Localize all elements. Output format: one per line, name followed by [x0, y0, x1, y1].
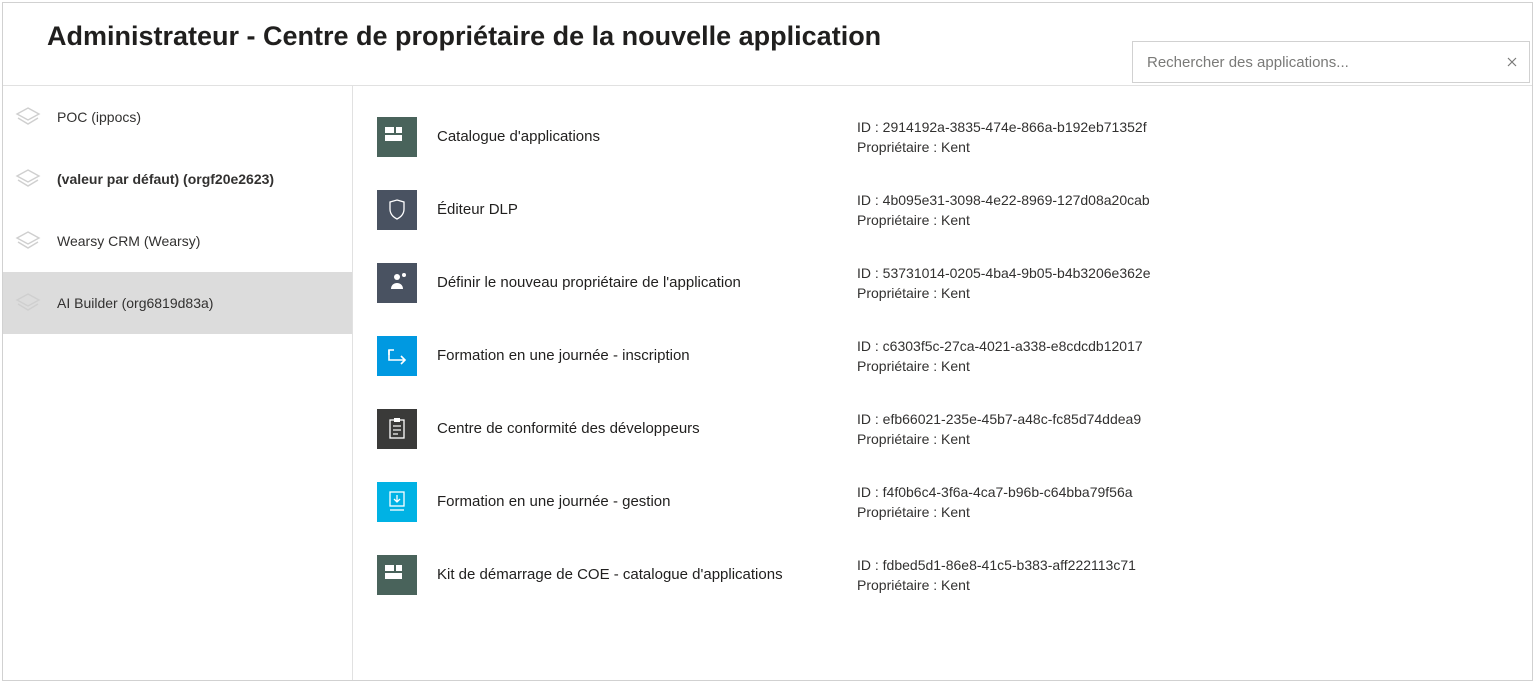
- app-id: ID : fdbed5d1-86e8-41c5-b383-aff222113c7…: [857, 557, 1512, 573]
- sidebar-item[interactable]: POC (ippocs): [3, 86, 352, 148]
- sidebar-item-label: POC (ippocs): [57, 109, 141, 125]
- sidebar-item-label: AI Builder (org6819d83a): [57, 295, 213, 311]
- sidebar-item-label: (valeur par défaut) (orgf20e2623): [57, 171, 274, 187]
- app-owner: Propriétaire : Kent: [857, 431, 1512, 447]
- layers-icon: [13, 102, 43, 132]
- app-tile-icon: [377, 336, 417, 376]
- layers-icon: [13, 226, 43, 256]
- app-meta: ID : c6303f5c-27ca-4021-a338-e8cdcdb1201…: [857, 338, 1512, 374]
- app-name: Éditeur DLP: [417, 201, 857, 218]
- app-row[interactable]: Formation en une journée - gestionID : f…: [377, 465, 1512, 538]
- app-owner: Propriétaire : Kent: [857, 504, 1512, 520]
- clear-search-button[interactable]: [1495, 42, 1529, 82]
- app-owner: Propriétaire : Kent: [857, 358, 1512, 374]
- app-meta: ID : 53731014-0205-4ba4-9b05-b4b3206e362…: [857, 265, 1512, 301]
- app-tile-icon: [377, 482, 417, 522]
- app-row[interactable]: Kit de démarrage de COE - catalogue d'ap…: [377, 538, 1512, 611]
- app-row[interactable]: Formation en une journée - inscriptionID…: [377, 319, 1512, 392]
- layers-icon: [13, 288, 43, 318]
- sidebar: POC (ippocs) (valeur par défaut) (orgf20e…: [3, 85, 353, 680]
- app-tile-icon: [377, 190, 417, 230]
- app-name: Formation en une journée - gestion: [417, 493, 857, 510]
- app-meta: ID : fdbed5d1-86e8-41c5-b383-aff222113c7…: [857, 557, 1512, 593]
- content: POC (ippocs) (valeur par défaut) (orgf20e…: [3, 85, 1532, 680]
- app-id: ID : f4f0b6c4-3f6a-4ca7-b96b-c64bba79f56…: [857, 484, 1512, 500]
- search-input[interactable]: [1133, 54, 1495, 71]
- app-tile-icon: [377, 263, 417, 303]
- app-meta: ID : f4f0b6c4-3f6a-4ca7-b96b-c64bba79f56…: [857, 484, 1512, 520]
- app-id: ID : efb66021-235e-45b7-a48c-fc85d74ddea…: [857, 411, 1512, 427]
- sidebar-item[interactable]: Wearsy CRM (Wearsy): [3, 210, 352, 272]
- app-owner: Propriétaire : Kent: [857, 577, 1512, 593]
- app-tile-icon: [377, 555, 417, 595]
- search-box[interactable]: [1132, 41, 1530, 83]
- app-meta: ID : 4b095e31-3098-4e22-8969-127d08a20ca…: [857, 192, 1512, 228]
- app-row[interactable]: Catalogue d'applicationsID : 2914192a-38…: [377, 100, 1512, 173]
- app-row[interactable]: Éditeur DLPID : 4b095e31-3098-4e22-8969-…: [377, 173, 1512, 246]
- app-row[interactable]: Définir le nouveau propriétaire de l'app…: [377, 246, 1512, 319]
- app-name: Kit de démarrage de COE - catalogue d'ap…: [417, 566, 857, 583]
- app-owner: Propriétaire : Kent: [857, 212, 1512, 228]
- app-owner: Propriétaire : Kent: [857, 285, 1512, 301]
- app-name: Définir le nouveau propriétaire de l'app…: [417, 274, 857, 291]
- app-tile-icon: [377, 409, 417, 449]
- sidebar-item[interactable]: (valeur par défaut) (orgf20e2623): [3, 148, 352, 210]
- app-tile-icon: [377, 117, 417, 157]
- app-frame: Administrateur - Centre de propriétaire …: [2, 2, 1533, 681]
- sidebar-item[interactable]: AI Builder (org6819d83a): [3, 272, 352, 334]
- layers-icon: [13, 164, 43, 194]
- sidebar-item-label: Wearsy CRM (Wearsy): [57, 233, 200, 249]
- app-owner: Propriétaire : Kent: [857, 139, 1512, 155]
- app-list: Catalogue d'applicationsID : 2914192a-38…: [377, 100, 1512, 611]
- app-name: Formation en une journée - inscription: [417, 347, 857, 364]
- app-id: ID : 4b095e31-3098-4e22-8969-127d08a20ca…: [857, 192, 1512, 208]
- app-id: ID : c6303f5c-27ca-4021-a338-e8cdcdb1201…: [857, 338, 1512, 354]
- app-meta: ID : 2914192a-3835-474e-866a-b192eb71352…: [857, 119, 1512, 155]
- app-name: Centre de conformité des développeurs: [417, 420, 857, 437]
- app-meta: ID : efb66021-235e-45b7-a48c-fc85d74ddea…: [857, 411, 1512, 447]
- app-id: ID : 2914192a-3835-474e-866a-b192eb71352…: [857, 119, 1512, 135]
- main-panel: Catalogue d'applicationsID : 2914192a-38…: [353, 85, 1532, 680]
- app-id: ID : 53731014-0205-4ba4-9b05-b4b3206e362…: [857, 265, 1512, 281]
- close-icon: [1504, 54, 1520, 70]
- app-row[interactable]: Centre de conformité des développeursID …: [377, 392, 1512, 465]
- app-name: Catalogue d'applications: [417, 128, 857, 145]
